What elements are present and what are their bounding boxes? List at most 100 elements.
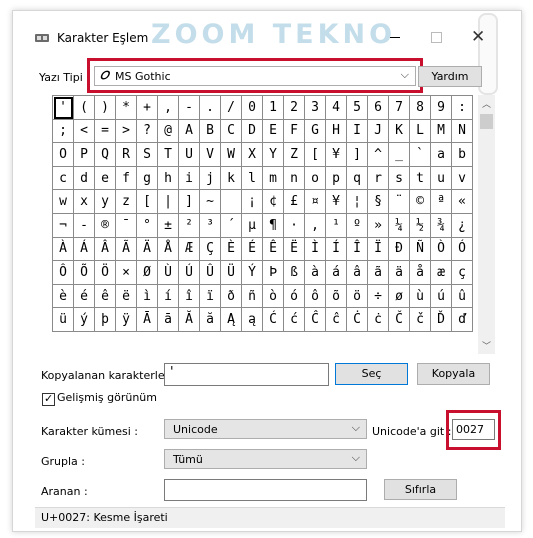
character-cell[interactable]: v	[452, 166, 473, 191]
character-cell[interactable]: Ø	[137, 261, 158, 285]
character-cell[interactable]: S	[137, 143, 158, 167]
character-cell[interactable]: (	[74, 96, 95, 120]
character-cell[interactable]: ä	[389, 261, 410, 285]
character-cell[interactable]: 3	[305, 96, 326, 120]
character-cell[interactable]: 6	[368, 96, 389, 120]
character-cell[interactable]: ù	[410, 284, 431, 309]
character-cell[interactable]: »	[368, 213, 389, 238]
character-cell[interactable]: n	[284, 166, 305, 191]
character-cell[interactable]: ®	[95, 213, 116, 238]
character-cell[interactable]: à	[305, 261, 326, 285]
character-cell[interactable]: 9	[431, 96, 452, 120]
character-cell[interactable]: ¥	[326, 190, 347, 214]
character-cell[interactable]: ô	[305, 284, 326, 309]
character-cell[interactable]: ?	[137, 119, 158, 144]
charset-select[interactable]: Unicode ⌵	[164, 419, 367, 439]
character-cell[interactable]: ²	[179, 213, 200, 238]
character-cell[interactable]: É	[242, 237, 263, 262]
character-cell[interactable]: 4	[326, 96, 347, 120]
character-cell[interactable]: ć	[284, 308, 305, 332]
character-cell[interactable]: ò	[263, 284, 284, 309]
character-cell[interactable]: F	[284, 119, 305, 144]
character-cell[interactable]: U	[179, 143, 200, 167]
character-cell[interactable]: Ć	[263, 308, 284, 332]
character-cell[interactable]: Ä	[137, 237, 158, 262]
character-cell[interactable]: ~	[200, 190, 221, 214]
character-cell[interactable]: â	[347, 261, 368, 285]
character-cell[interactable]: i	[179, 166, 200, 191]
character-cell[interactable]: @	[158, 119, 179, 144]
character-cell[interactable]: g	[137, 166, 158, 191]
character-cell[interactable]: Ì	[305, 237, 326, 262]
character-cell[interactable]: ©	[410, 190, 431, 214]
character-cell[interactable]: ¹	[326, 213, 347, 238]
copy-button[interactable]: Kopyala	[417, 363, 490, 385]
character-cell[interactable]: a	[431, 143, 452, 167]
character-cell[interactable]: ñ	[242, 284, 263, 309]
character-cell[interactable]: u	[431, 166, 452, 191]
character-cell[interactable]: 5	[347, 96, 368, 120]
character-cell[interactable]: ¼	[389, 213, 410, 238]
character-cell[interactable]: Õ	[74, 261, 95, 285]
close-button[interactable]: ✕	[471, 27, 485, 47]
character-cell[interactable]: Ó	[452, 237, 473, 262]
select-button[interactable]: Seç	[335, 363, 408, 385]
character-cell[interactable]: Þ	[263, 261, 284, 285]
character-cell[interactable]: N	[452, 119, 473, 144]
character-cell[interactable]: Ý	[242, 261, 263, 285]
character-cell[interactable]: æ	[431, 261, 452, 285]
character-cell[interactable]: ]	[347, 143, 368, 167]
character-cell[interactable]: L	[410, 119, 431, 144]
minimize-button[interactable]	[390, 37, 400, 38]
character-cell[interactable]: ì	[137, 284, 158, 309]
character-cell[interactable]: I	[347, 119, 368, 144]
character-cell[interactable]: Ö	[95, 261, 116, 285]
character-cell[interactable]: ¦	[347, 190, 368, 214]
character-cell[interactable]: č	[410, 308, 431, 332]
character-cell[interactable]: ü	[53, 308, 74, 332]
character-cell[interactable]: Ú	[179, 261, 200, 285]
character-cell[interactable]: Ï	[368, 237, 389, 262]
character-cell[interactable]: ö	[347, 284, 368, 309]
character-cell[interactable]: b	[452, 143, 473, 167]
character-cell[interactable]: Ĉ	[305, 308, 326, 332]
character-cell[interactable]: B	[200, 119, 221, 144]
character-cell[interactable]: Ç	[200, 237, 221, 262]
character-cell[interactable]: È	[221, 237, 242, 262]
character-cell[interactable]: E	[263, 119, 284, 144]
character-cell[interactable]: G	[305, 119, 326, 144]
character-cell[interactable]: ´	[221, 213, 242, 238]
character-cell[interactable]: z	[116, 190, 137, 214]
character-cell[interactable]: -	[179, 96, 200, 120]
character-cell[interactable]: Ô	[53, 261, 74, 285]
maximize-button[interactable]	[431, 32, 442, 43]
character-cell[interactable]: d	[74, 166, 95, 191]
character-cell[interactable]: Č	[389, 308, 410, 332]
search-input[interactable]	[164, 479, 367, 501]
character-cell[interactable]: è	[53, 284, 74, 309]
character-cell[interactable]: ½	[410, 213, 431, 238]
character-cell[interactable]: ê	[95, 284, 116, 309]
scrollbar-thumb[interactable]	[480, 114, 493, 129]
character-cell[interactable]: h	[158, 166, 179, 191]
character-cell[interactable]: '	[53, 96, 74, 120]
character-cell[interactable]: D	[242, 119, 263, 144]
character-cell[interactable]: Â	[95, 237, 116, 262]
character-cell[interactable]: ¢	[263, 190, 284, 214]
character-cell[interactable]: e	[95, 166, 116, 191]
character-cell[interactable]: W	[221, 143, 242, 167]
character-cell[interactable]: f	[116, 166, 137, 191]
character-cell[interactable]: ā	[158, 308, 179, 332]
character-cell[interactable]: Ò	[431, 237, 452, 262]
character-cell[interactable]: :	[452, 96, 473, 120]
character-cell[interactable]: ^	[368, 143, 389, 167]
character-cell[interactable]: l	[242, 166, 263, 191]
character-cell[interactable]: ;	[53, 119, 74, 144]
character-cell[interactable]: `	[410, 143, 431, 167]
character-cell[interactable]: =	[95, 119, 116, 144]
character-cell[interactable]: _	[389, 143, 410, 167]
character-cell[interactable]: ,	[305, 213, 326, 238]
character-cell[interactable]: k	[221, 166, 242, 191]
help-button[interactable]: Yardım	[418, 66, 482, 87]
character-cell[interactable]: ď	[452, 308, 473, 332]
